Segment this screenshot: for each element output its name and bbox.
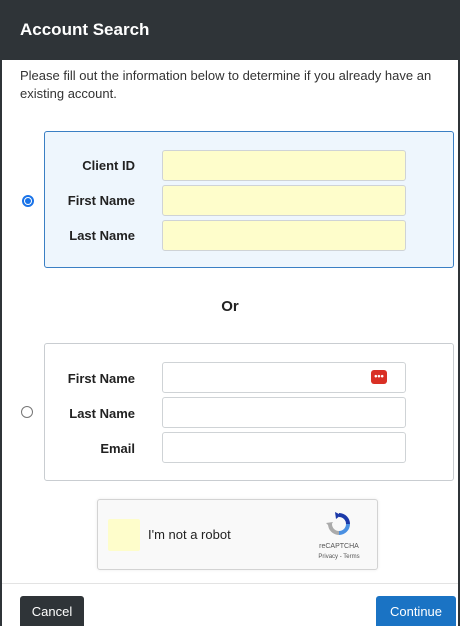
last-name-input[interactable] xyxy=(162,220,406,251)
recaptcha-widget: I'm not a robot reCAPTCHA Privacy - Term… xyxy=(97,499,378,570)
recaptcha-checkbox[interactable] xyxy=(108,519,140,551)
first-name-label: First Name xyxy=(67,193,135,208)
password-manager-icon[interactable]: ••• xyxy=(371,370,387,384)
intro-text: Please fill out the information below to… xyxy=(20,68,432,101)
recaptcha-label: I'm not a robot xyxy=(148,527,231,542)
option-name-email-radio[interactable] xyxy=(21,406,33,418)
dialog-header: Account Search xyxy=(0,0,460,60)
continue-button[interactable]: Continue xyxy=(376,596,456,626)
first-name-label-2: First Name xyxy=(67,371,135,386)
footer-divider xyxy=(2,583,458,584)
email-label: Email xyxy=(100,441,135,456)
cancel-button[interactable]: Cancel xyxy=(20,596,84,626)
first-name-input[interactable] xyxy=(162,185,406,216)
dialog-border-left xyxy=(0,60,2,626)
email-input[interactable] xyxy=(162,432,406,463)
recaptcha-brand: reCAPTCHA xyxy=(319,543,359,550)
recaptcha-logo-icon xyxy=(326,512,350,535)
search-by-client-id-group: Client ID First Name Last Name xyxy=(44,131,454,268)
option-client-id-radio[interactable] xyxy=(22,195,34,207)
client-id-input[interactable] xyxy=(162,150,406,181)
client-id-label: Client ID xyxy=(82,158,135,173)
search-by-name-email-group: First Name ••• Last Name Email xyxy=(44,343,454,481)
recaptcha-terms-link[interactable]: Privacy - Terms xyxy=(308,554,370,560)
last-name-label: Last Name xyxy=(69,228,135,243)
dialog-title: Account Search xyxy=(20,20,150,39)
first-name-input-2[interactable] xyxy=(162,362,406,393)
last-name-input-2[interactable] xyxy=(162,397,406,428)
last-name-label-2: Last Name xyxy=(69,406,135,421)
or-separator: Or xyxy=(221,298,239,315)
